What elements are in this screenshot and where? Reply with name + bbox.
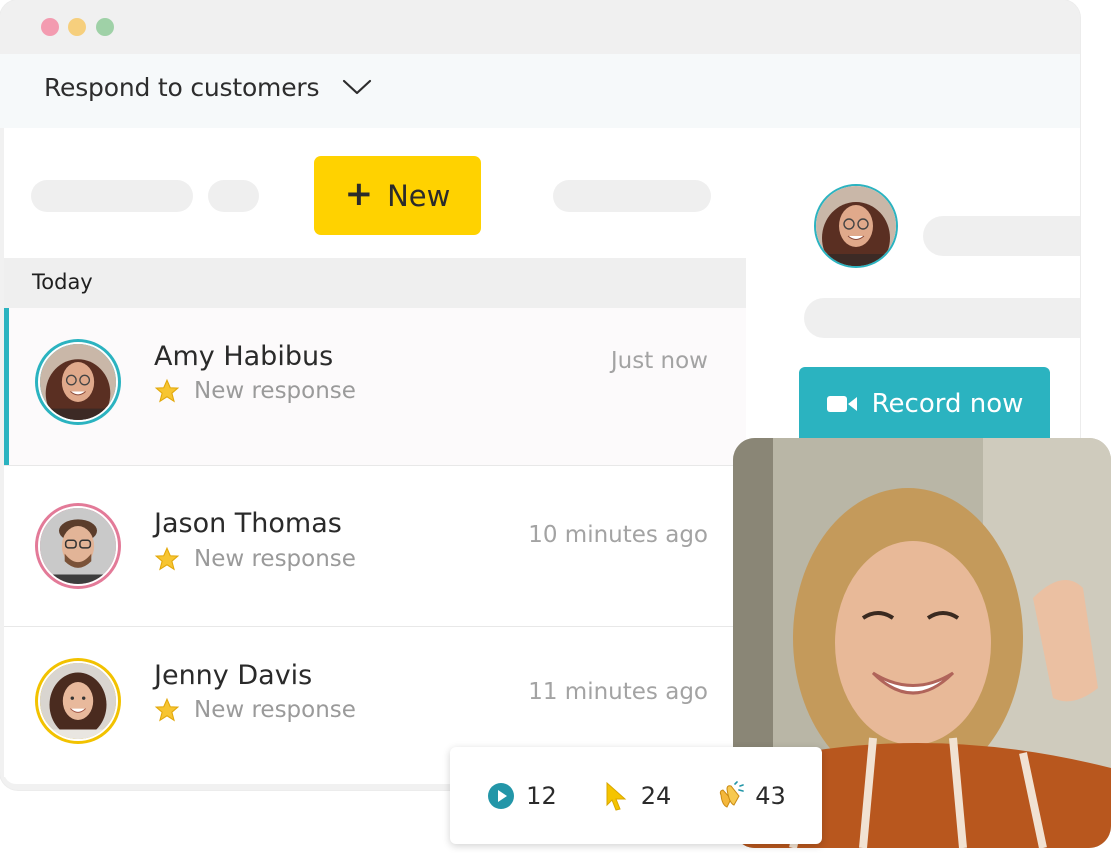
placeholder-search-pill[interactable]: [553, 180, 711, 212]
plus-icon: +: [344, 174, 374, 214]
new-button[interactable]: + New: [314, 156, 481, 235]
workspace-toolbar: Respond to customers: [0, 54, 1080, 128]
status-text: New response: [194, 546, 356, 572]
section-header-today: Today: [4, 258, 746, 308]
placeholder-filter-pill[interactable]: [31, 180, 193, 212]
contact-name: Jenny Davis: [154, 660, 313, 691]
plays-count: 12: [526, 781, 557, 810]
avatar-jason-image: [40, 508, 116, 584]
clicks-count: 24: [640, 781, 672, 810]
status-text: New response: [194, 378, 356, 404]
timestamp: Just now: [610, 348, 708, 374]
cursor-icon: [606, 781, 627, 811]
clicks-stat: 24: [601, 781, 672, 811]
plays-stat: 12: [486, 781, 557, 811]
star-icon: [154, 697, 180, 722]
status-line: New response: [154, 697, 356, 723]
claps-stat: 43: [715, 780, 786, 811]
conversation-list-panel: + New Today Amy Habibus New response Jus…: [4, 128, 746, 784]
list-item[interactable]: Amy Habibus New response Just now: [4, 308, 746, 466]
status-line: New response: [154, 546, 356, 572]
placeholder-filter-pill-small[interactable]: [208, 180, 259, 212]
title-bar: [0, 0, 1080, 54]
contact-name: Amy Habibus: [154, 341, 334, 372]
engagement-stats: 12 24 43: [450, 747, 822, 844]
timestamp: 10 minutes ago: [528, 522, 708, 548]
record-button-label: Record now: [871, 389, 1024, 419]
close-window-dot[interactable]: [41, 18, 59, 36]
placeholder-detail-bar: [804, 298, 1080, 338]
play-icon: [488, 782, 515, 809]
claps-count: 43: [755, 781, 786, 810]
timestamp: 11 minutes ago: [528, 679, 708, 705]
star-icon: [154, 378, 180, 403]
avatar-amy-image: [816, 186, 896, 266]
status-text: New response: [194, 697, 356, 723]
detail-avatar: [814, 184, 898, 268]
workspace-title[interactable]: Respond to customers: [44, 73, 319, 102]
clap-icon: [720, 780, 745, 808]
list-item[interactable]: Jason Thomas New response 10 minutes ago: [4, 466, 746, 627]
video-camera-icon: [826, 396, 857, 412]
avatar: [35, 339, 121, 425]
contact-name: Jason Thomas: [154, 508, 342, 539]
placeholder-name-bar: [923, 216, 1080, 256]
section-title: Today: [32, 270, 93, 294]
chevron-down-icon[interactable]: [342, 76, 372, 98]
avatar-amy-image: [40, 344, 116, 420]
record-now-button[interactable]: Record now: [799, 367, 1050, 441]
avatar-jenny-image: [40, 663, 116, 739]
minimize-window-dot[interactable]: [68, 18, 86, 36]
maximize-window-dot[interactable]: [96, 18, 114, 36]
avatar: [35, 503, 121, 589]
star-icon: [154, 546, 180, 571]
status-line: New response: [154, 378, 356, 404]
selected-indicator: [4, 308, 9, 465]
new-button-label: New: [387, 178, 451, 213]
avatar: [35, 658, 121, 744]
